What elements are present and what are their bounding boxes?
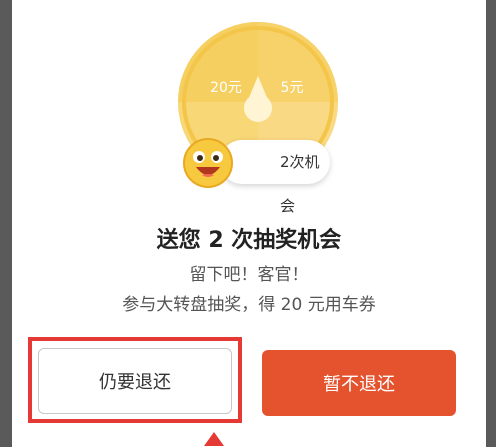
prize-wheel: 20元 5元 2次机会 — [178, 22, 338, 215]
dialog-title: 送您 2 次抽奖机会 — [156, 228, 342, 253]
confirm-return-label: 仍要退还 — [99, 372, 171, 393]
smiley-face-icon — [183, 138, 233, 188]
cursor-arrow-icon — [204, 432, 224, 446]
chance-badge-label: 2次机会 — [280, 153, 320, 215]
wheel-prize-5: 5元 — [281, 80, 304, 96]
cancel-return-label: 暂不退还 — [323, 374, 395, 395]
confirm-return-button[interactable]: 仍要退还 — [38, 348, 232, 414]
wheel-prize-20: 20元 — [210, 80, 242, 96]
dialog-subtitle-2: 参与大转盘抽奖，得 20 元用车券 — [122, 295, 376, 315]
cancel-return-button[interactable]: 暂不退还 — [262, 350, 456, 416]
wheel-hub — [244, 94, 272, 122]
dialog-subtitle-1: 留下吧！客官！ — [189, 265, 309, 285]
lottery-dialog: 20元 5元 2次机会 送您 2 次抽奖机会 留下吧！客官！ 参与大转盘抽奖，得… — [12, 0, 486, 447]
chance-badge: 2次机会 — [220, 140, 330, 215]
